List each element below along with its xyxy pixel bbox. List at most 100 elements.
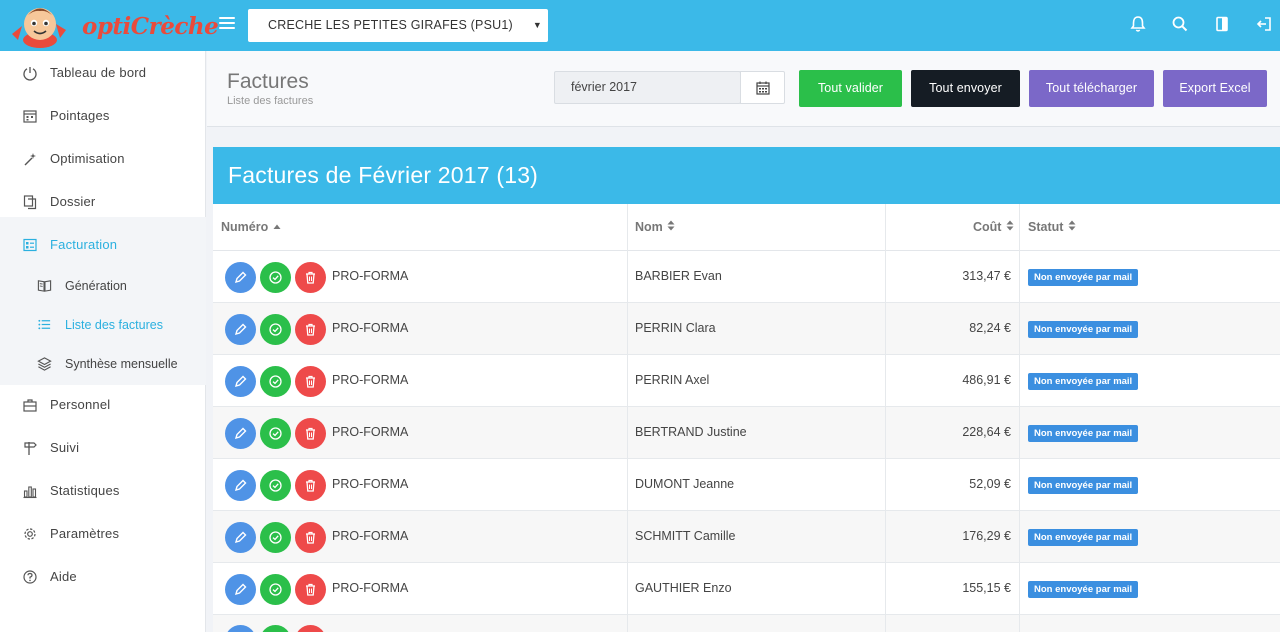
invoices-panel: Factures de Février 2017 (13) Numéro Nom…	[213, 147, 1280, 632]
export-excel-button[interactable]: Export Excel	[1163, 70, 1267, 107]
check-circle-icon	[269, 531, 282, 544]
sidebar-subitem-liste-des-factures[interactable]: Liste des factures	[0, 305, 206, 344]
baby-mascot-icon	[12, 8, 66, 48]
bell-icon[interactable]	[1129, 15, 1147, 33]
delete-button[interactable]	[295, 470, 326, 501]
cell-cout: 155,15 €	[962, 581, 1011, 595]
trash-icon	[306, 375, 315, 388]
edit-button[interactable]	[225, 574, 256, 605]
delete-button[interactable]	[295, 314, 326, 345]
sidebar-item-label: Aide	[50, 569, 77, 584]
logout-icon[interactable]	[1255, 15, 1273, 33]
check-circle-icon	[269, 583, 282, 596]
pencil-icon	[234, 583, 247, 596]
validate-button[interactable]	[260, 470, 291, 501]
sidebar-item-parametres[interactable]: Paramètres	[0, 512, 206, 555]
search-icon[interactable]	[1171, 15, 1189, 33]
edit-button[interactable]	[225, 625, 256, 632]
edit-button[interactable]	[225, 314, 256, 345]
edit-button[interactable]	[225, 522, 256, 553]
sidebar-item-pointages[interactable]: Pointages	[0, 94, 206, 137]
sidebar-item-dossier[interactable]: Dossier	[0, 180, 206, 223]
edit-button[interactable]	[225, 470, 256, 501]
month-input[interactable]: février 2017	[554, 71, 741, 104]
validate-button[interactable]	[260, 418, 291, 449]
cell-cout: 82,24 €	[969, 321, 1011, 335]
book-open-icon	[37, 280, 52, 292]
edit-button[interactable]	[225, 366, 256, 397]
cell-nom: PERRIN Clara	[635, 321, 716, 335]
calendar-button[interactable]	[740, 71, 785, 104]
delete-button[interactable]	[295, 418, 326, 449]
check-circle-icon	[269, 271, 282, 284]
briefcase-icon	[23, 398, 37, 412]
app-logo[interactable]: optiCrèche	[8, 4, 219, 50]
column-divider	[627, 204, 628, 632]
pencil-icon	[234, 427, 247, 440]
check-circle-icon	[269, 427, 282, 440]
delete-button[interactable]	[295, 574, 326, 605]
validate-button[interactable]	[260, 574, 291, 605]
trash-icon	[306, 271, 315, 284]
top-bar: optiCrèche CRECHE LES PETITES GIRAFES (P…	[0, 0, 1280, 51]
edit-button[interactable]	[225, 262, 256, 293]
sidebar-item-facturation[interactable]: Facturation	[0, 223, 206, 266]
trash-icon	[306, 583, 315, 596]
cell-cout: 52,09 €	[969, 477, 1011, 491]
help-icon	[23, 569, 37, 584]
status-badge: Non envoyée par mail	[1028, 529, 1139, 546]
calendar-icon	[23, 109, 37, 123]
delete-button[interactable]	[295, 262, 326, 293]
header-numero[interactable]: Numéro	[221, 204, 281, 251]
pencil-icon	[234, 271, 247, 284]
header-nom[interactable]: Nom	[635, 204, 675, 251]
validate-button[interactable]	[260, 262, 291, 293]
column-divider	[885, 204, 886, 632]
sidebar: Tableau de bord Pointages Optimisation D…	[0, 51, 206, 632]
download-all-button[interactable]: Tout télécharger	[1029, 70, 1154, 107]
sidebar-item-tableau-de-bord[interactable]: Tableau de bord	[0, 51, 206, 94]
page-title: Factures	[227, 70, 309, 93]
sidebar-subitem-generation[interactable]: Génération	[0, 266, 206, 305]
signpost-icon	[24, 441, 37, 455]
header-statut[interactable]: Statut	[1028, 204, 1076, 251]
sidebar-item-aide[interactable]: Aide	[0, 555, 206, 598]
cell-numero: PRO-FORMA	[332, 477, 409, 491]
validate-button[interactable]	[260, 625, 291, 632]
cell-numero: PRO-FORMA	[332, 581, 409, 595]
sidebar-subitem-synthese-mensuelle[interactable]: Synthèse mensuelle	[0, 344, 206, 383]
sidebar-item-label: Paramètres	[50, 526, 120, 541]
cell-cout: 176,29 €	[962, 529, 1011, 543]
cell-cout: 313,47 €	[962, 269, 1011, 283]
validate-all-button[interactable]: Tout valider	[799, 70, 902, 107]
creche-select[interactable]: CRECHE LES PETITES GIRAFES (PSU1) ▼	[248, 9, 548, 42]
validate-button[interactable]	[260, 522, 291, 553]
logo-text: optiCrèche	[82, 13, 219, 40]
delete-button[interactable]	[295, 625, 326, 632]
cell-nom: DUMONT Jeanne	[635, 477, 735, 491]
header-nom-label: Nom	[635, 220, 663, 234]
table-row: PRO-FORMA GAUTHIER Enzo 155,15 € Non env…	[213, 563, 1280, 615]
cell-nom: GAUTHIER Enzo	[635, 581, 732, 595]
table-row: PRO-FORMA PERRIN Clara 82,24 € Non envoy…	[213, 303, 1280, 355]
delete-button[interactable]	[295, 366, 326, 397]
sidebar-item-personnel[interactable]: Personnel	[0, 383, 206, 426]
edit-button[interactable]	[225, 418, 256, 449]
sidebar-item-optimisation[interactable]: Optimisation	[0, 137, 206, 180]
validate-button[interactable]	[260, 314, 291, 345]
sidebar-item-suivi[interactable]: Suivi	[0, 426, 206, 469]
send-all-button[interactable]: Tout envoyer	[911, 70, 1020, 107]
sidebar-subitem-label: Liste des factures	[65, 317, 163, 332]
table-row: PRO-FORMA BARBIER Evan 313,47 € Non envo…	[213, 251, 1280, 303]
sidebar-item-statistiques[interactable]: Statistiques	[0, 469, 206, 512]
column-divider	[1019, 204, 1020, 632]
menu-toggle-icon[interactable]	[219, 17, 235, 31]
delete-button[interactable]	[295, 522, 326, 553]
validate-button[interactable]	[260, 366, 291, 397]
status-badge: Non envoyée par mail	[1028, 425, 1139, 442]
sort-icon	[1068, 220, 1076, 231]
header-cout[interactable]: Coût	[973, 204, 1014, 251]
trash-icon	[306, 531, 315, 544]
pencil-icon	[234, 375, 247, 388]
layout-panel-icon[interactable]	[1213, 15, 1231, 33]
